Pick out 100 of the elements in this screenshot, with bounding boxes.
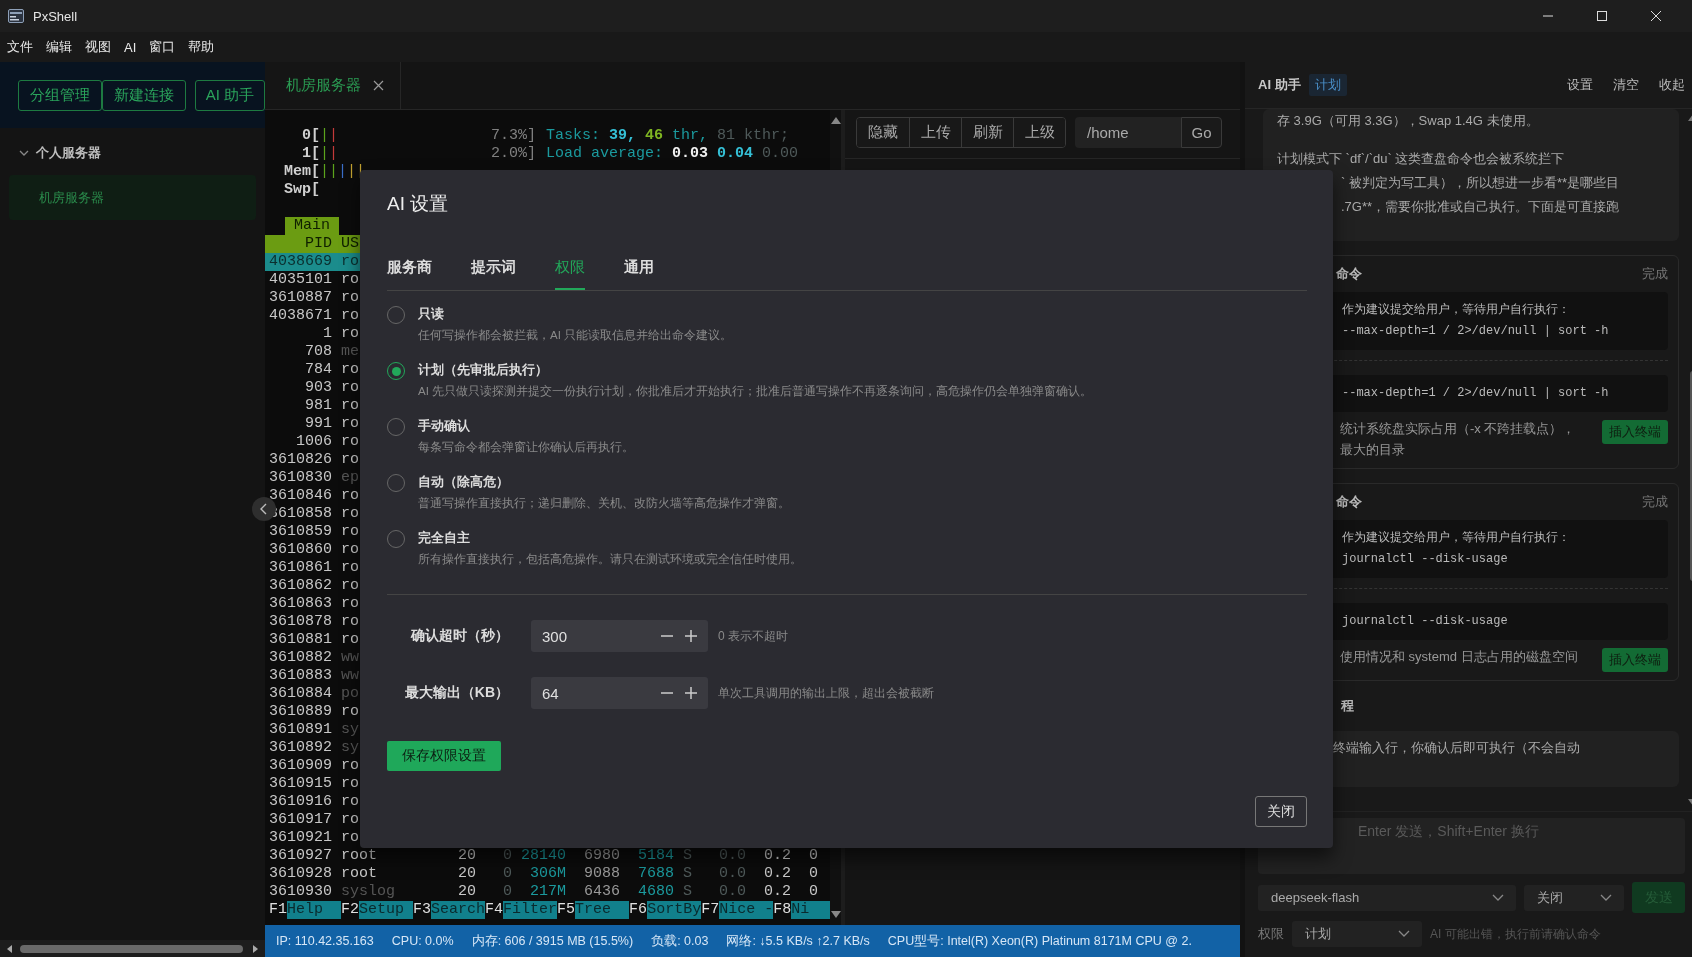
approval-select[interactable]: 关闭 [1524, 884, 1624, 911]
path-field[interactable]: /home [1075, 117, 1181, 148]
user-cell: ro [341, 451, 359, 469]
user-cell-text: root [341, 865, 378, 883]
server-item[interactable]: 机房服务器 [9, 175, 256, 220]
chevron-left-icon[interactable] [260, 503, 268, 515]
table-cell-text: 5184 [637, 847, 674, 865]
message-text: 计划模式下 `df`/`du` 这类查盘命令也会被系统拦下 [1277, 150, 1566, 168]
table-cell-text: 306M [529, 865, 566, 883]
screen-tab[interactable]: Main [285, 217, 339, 235]
option-description: 每条写命令都会弹窗让你确认后再执行。 [418, 440, 634, 455]
card-title: 命令 [1336, 493, 1362, 511]
menu-item[interactable]: 窗口 [149, 38, 176, 56]
table-cell-text: 20 [457, 847, 476, 865]
scroll-down-icon[interactable] [830, 911, 841, 919]
scroll-up-icon[interactable] [830, 116, 841, 124]
menu-item[interactable]: 文件 [7, 38, 33, 56]
dialog-title: AI 设置 [387, 192, 450, 216]
user-cell: ro [341, 811, 359, 829]
plus-icon[interactable] [684, 686, 698, 700]
option-label: 自动（除高危） [418, 473, 510, 491]
user-cell: ro [341, 595, 359, 613]
code-line: journalctl --disk-usage [1342, 551, 1509, 568]
chevron-down-icon[interactable] [1398, 930, 1410, 938]
close-button[interactable]: 关闭 [1255, 796, 1307, 827]
code-line: 作为建议提交给用户，等待用户自行执行： [1342, 302, 1571, 319]
scroll-left-icon[interactable] [6, 944, 14, 953]
table-cell-text: S [682, 847, 692, 865]
field-hint: 0 表示不超时 [718, 627, 788, 645]
pid-cell: 3610892 [269, 739, 332, 757]
summary-line: Load average: 0.03 0.04 0.00 [546, 145, 799, 163]
chevron-icon[interactable] [19, 148, 29, 158]
chevron-down-icon[interactable] [1492, 893, 1504, 902]
code-line: journalctl --disk-usage [1342, 613, 1509, 630]
number-field[interactable]: 64 [531, 677, 708, 709]
user-cell: ep [341, 469, 359, 487]
pid-cell: 4038671 [269, 307, 332, 325]
table-cell-text: 7688 [637, 865, 674, 883]
terminal-logo-icon [8, 9, 24, 23]
go-button[interactable]: Go [1181, 117, 1222, 148]
pid-cell: 3610909 [269, 757, 332, 775]
header-action[interactable]: 清空 [1613, 76, 1639, 94]
process-row[interactable]: 3610928 root 20 0 306M 9088 7688 S 0.0 0.2 0 [269, 865, 830, 883]
process-row[interactable]: 3610930 syslog 20 0 217M 6436 4680 S 0.0 0.2 0 [269, 883, 830, 901]
permission-select[interactable]: 计划 [1292, 921, 1422, 947]
option-label: 手动确认 [418, 417, 471, 435]
meter-label: 0[ [301, 127, 320, 145]
status-item: CPU: 0.0% [391, 934, 454, 948]
table-cell-text: 0 [808, 883, 818, 901]
status-item: 内存: 606 / 3915 MB (15.5%) [471, 932, 634, 950]
pid-cell: 3610862 [269, 577, 332, 595]
pid-cell: 3610891 [269, 721, 332, 739]
user-cell-text: syslog [341, 883, 396, 901]
table-cell-text: 0.0 [718, 883, 746, 901]
meter-label: 1[ [301, 145, 320, 163]
user-cell: sy [341, 739, 359, 757]
pid-cell-text: 708 [304, 343, 332, 361]
sidebar-button[interactable]: 分组管理 [18, 79, 102, 111]
number-field[interactable]: 300 [531, 620, 708, 652]
pid-cell: 3610846 [269, 487, 332, 505]
meter-value: 2.0%] [491, 145, 536, 163]
header-action[interactable]: 收起 [1659, 76, 1685, 94]
user-cell: ww [341, 667, 359, 685]
pid-cell: 3610915 [269, 775, 332, 793]
toolbar-button[interactable]: 上级 [1013, 118, 1065, 147]
mode-badge: 计划 [1308, 74, 1347, 96]
pid-cell: 3610861 [269, 559, 332, 577]
table-cell-text: 28140 [520, 847, 566, 865]
settings-tab[interactable]: 权限 [555, 248, 585, 290]
pid-cell: 3610863 [269, 595, 332, 613]
header-action[interactable]: 设置 [1567, 76, 1593, 94]
summary-line: Tasks: 39, 46 thr, 81 kthr; [546, 127, 790, 145]
table-cell-text: 0.2 [763, 865, 791, 883]
group-label[interactable]: 个人服务器 [36, 144, 101, 162]
user-cell: ro [341, 433, 359, 451]
user-cell: ro [341, 397, 359, 415]
plus-icon[interactable] [684, 629, 698, 643]
user-cell: ro [341, 775, 359, 793]
process-row[interactable]: 3610927 root 20 0 28140 6980 5184 S 0.0 0.2 0 [269, 847, 830, 865]
status-item: 网络: ↓5.5 KB/s ↑2.7 KB/s [726, 932, 870, 950]
message-text: ` 被判定为写工具），所以想进一步看**是哪些目 [1340, 174, 1621, 192]
menu-item[interactable]: 编辑 [46, 38, 72, 56]
chevron-down-icon[interactable] [1600, 893, 1612, 902]
user-cell: ro [341, 757, 359, 775]
menu-item[interactable]: 视图 [85, 38, 111, 56]
field-hint: 单次工具调用的输出上限，超出会被截断 [718, 684, 934, 702]
meter-bars: || [320, 145, 339, 163]
pid-cell: 3610887 [269, 289, 332, 307]
save-button[interactable]: 保存权限设置 [387, 741, 501, 771]
pid-cell: 3610881 [269, 631, 332, 649]
menu-item[interactable]: AI [124, 39, 137, 55]
scroll-right-icon[interactable] [251, 944, 259, 953]
section-heading: 程 [1340, 697, 1355, 715]
close-icon[interactable] [373, 80, 384, 91]
model-select[interactable]: deepseek-flash [1258, 884, 1516, 911]
user-cell-text: root [341, 847, 378, 865]
sidebar-button[interactable]: 新建连接 [102, 79, 186, 111]
menu-item[interactable]: 帮助 [188, 38, 215, 56]
maximize-icon[interactable] [1596, 10, 1608, 22]
pid-cell: 3610883 [269, 667, 332, 685]
